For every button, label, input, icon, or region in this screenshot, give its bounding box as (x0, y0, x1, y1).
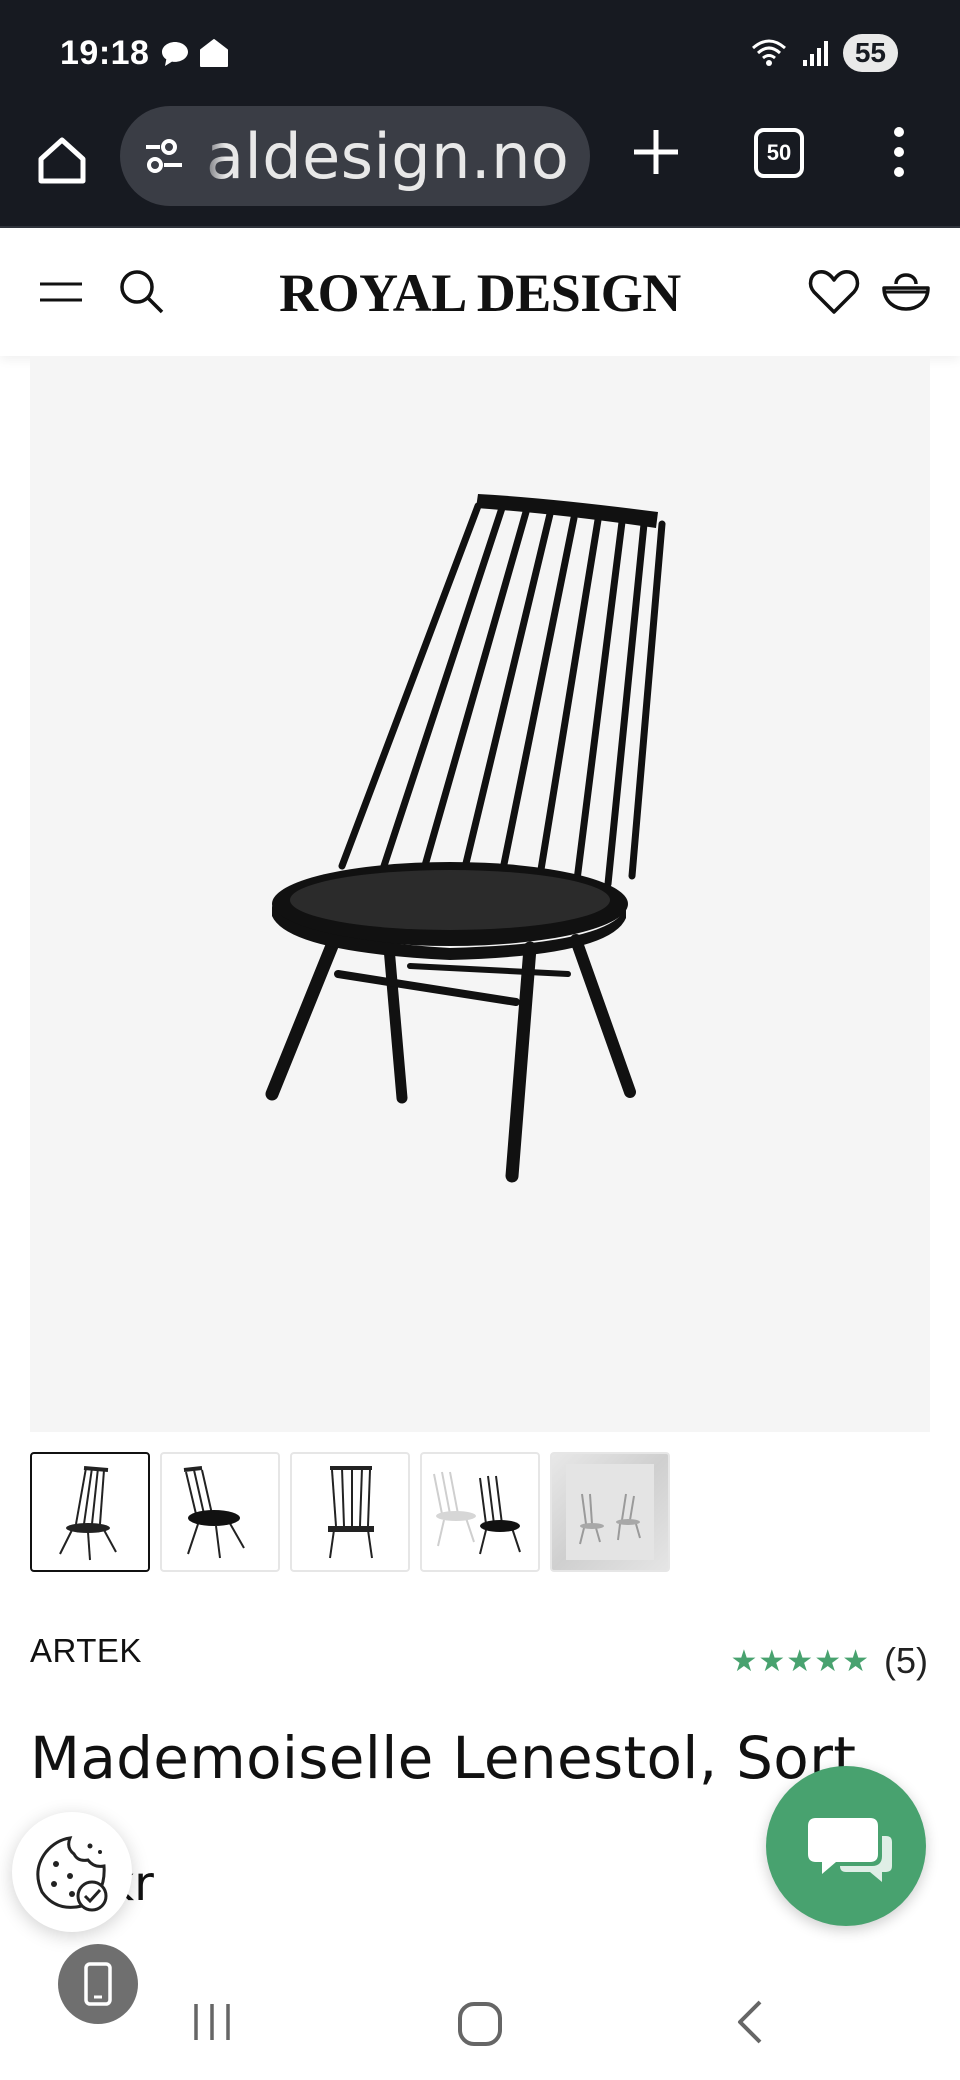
review-count: (5) (884, 1640, 928, 1681)
url-fade (196, 106, 226, 206)
brand-name[interactable]: ARTEK (30, 1632, 142, 1670)
thumbnail-1[interactable] (30, 1452, 150, 1572)
thumbnail-5[interactable] (550, 1452, 670, 1572)
back-icon[interactable] (730, 1998, 770, 2046)
heart-icon[interactable] (806, 264, 862, 320)
site-settings-icon[interactable] (142, 134, 186, 178)
battery-indicator: 55 (842, 34, 898, 72)
bag-icon[interactable] (878, 262, 934, 322)
url-text: aldesign.no (206, 120, 570, 193)
room-thumb-icon (566, 1464, 654, 1560)
chat-bubble-icon (162, 42, 188, 66)
site-header: ROYAL DESIGN (0, 230, 960, 356)
chair-thumb-icon (433, 1471, 521, 1555)
chat-button[interactable] (766, 1766, 926, 1926)
status-right: 55 (749, 34, 898, 72)
tab-switcher-button[interactable]: 50 (754, 128, 804, 178)
chair-thumb-icon (183, 1466, 245, 1559)
signal-icon (802, 41, 828, 66)
chair-thumb-icon (59, 1466, 117, 1561)
browser-toolbar: aldesign.no 50 (0, 100, 960, 228)
thumbnail-4[interactable] (420, 1452, 540, 1572)
product-title: Mademoiselle Lenestol, Sort (30, 1724, 857, 1792)
thumbnail-3[interactable] (290, 1452, 410, 1572)
home-circle-icon[interactable] (456, 2000, 504, 2048)
cookie-icon (36, 1836, 108, 1912)
notification-icon (200, 39, 228, 67)
more-vert-icon[interactable] (884, 122, 914, 182)
star-rating: ★★★★★ (730, 1644, 870, 1678)
system-navigation-bar (0, 1960, 960, 2080)
chat-icon (808, 1818, 892, 1882)
cookie-settings-button[interactable] (12, 1812, 132, 1932)
status-bar: 19:18 55 (0, 0, 960, 100)
rating-summary[interactable]: ★★★★★ (5) (731, 1640, 928, 1682)
status-left-icons (160, 38, 230, 70)
thumbnail-2[interactable] (160, 1452, 280, 1572)
recents-icon[interactable] (190, 2000, 234, 2044)
status-time: 19:18 (60, 34, 150, 72)
home-icon (38, 137, 86, 184)
chair-thumb-icon (328, 1466, 374, 1559)
chair-image (265, 494, 666, 1183)
thumbnail-strip (30, 1452, 670, 1572)
wifi-icon (751, 39, 786, 66)
new-tab-button[interactable] (626, 122, 686, 182)
address-bar[interactable]: aldesign.no (120, 106, 590, 206)
product-image[interactable] (30, 356, 930, 1432)
browser-home-button[interactable] (30, 128, 94, 192)
